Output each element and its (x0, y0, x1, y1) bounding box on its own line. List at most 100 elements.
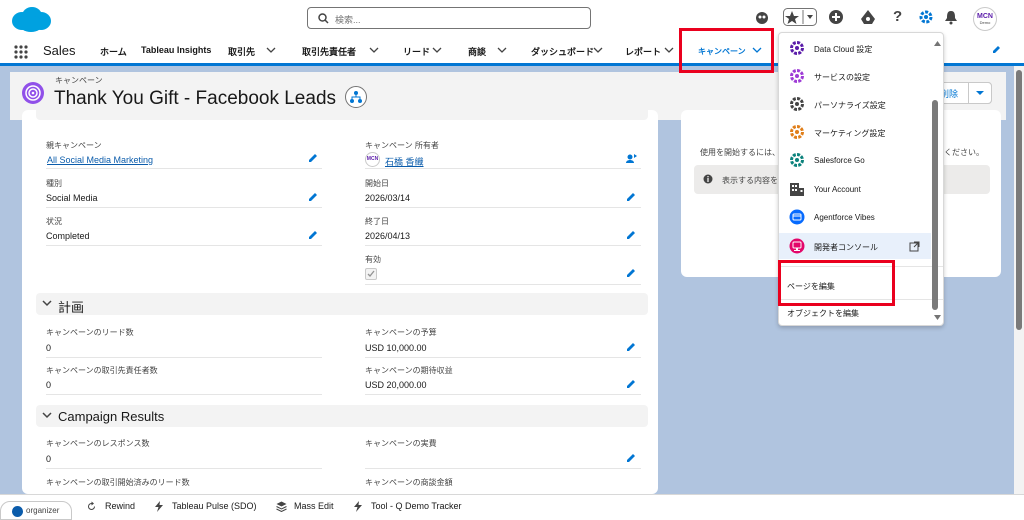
active-label: 有効 (365, 255, 381, 264)
tab-opportunities[interactable]: 商談 (468, 45, 486, 58)
type-value: Social Media (46, 193, 98, 203)
chevron-down-icon[interactable] (432, 46, 442, 54)
edit-pencil-icon[interactable] (626, 230, 636, 240)
utility-mass-edit[interactable]: Mass Edit (294, 501, 334, 511)
status-label: 状況 (46, 217, 62, 226)
highlight-box-edit-page (778, 260, 895, 306)
parent-campaign-link[interactable]: All Social Media Marketing (47, 155, 153, 165)
menu-item-agentforce-vibes[interactable]: Agentforce Vibes (779, 204, 931, 230)
trailhead-icon[interactable] (860, 9, 876, 25)
divider (365, 168, 641, 169)
menu-item-your-account[interactable]: Your Account (779, 176, 931, 202)
scroll-down-icon[interactable] (934, 315, 941, 320)
edit-pencil-icon[interactable] (626, 453, 636, 463)
responses-value: 0 (46, 454, 52, 464)
gear-icon (789, 96, 805, 112)
menu-item-salesforce-go[interactable]: Salesforce Go (779, 147, 931, 173)
details-section-header[interactable] (36, 110, 648, 120)
menu-item-personal-settings[interactable]: パーソナライズ設定 (779, 91, 931, 117)
parent-campaign-label: 親キャンペーン (46, 141, 102, 150)
app-launcher-icon[interactable] (13, 44, 29, 60)
budget-value: USD 10,000.00 (365, 343, 427, 353)
notification-bell-icon[interactable] (943, 9, 959, 25)
record-type-label: キャンペーン (55, 76, 103, 85)
more-actions-button[interactable] (968, 82, 992, 104)
gear-icon (789, 40, 805, 56)
setup-gear-icon[interactable] (918, 9, 934, 25)
external-link-icon (909, 241, 920, 252)
divider (365, 207, 641, 208)
edit-pencil-icon[interactable] (626, 342, 636, 352)
developer-console-icon (789, 238, 805, 254)
menu-item-developer-console[interactable]: 開発者コンソール (779, 233, 931, 259)
divider (46, 245, 322, 246)
change-owner-icon[interactable] (626, 153, 638, 163)
chevron-down-icon[interactable] (266, 46, 276, 54)
results-section-header[interactable]: Campaign Results (36, 405, 648, 427)
tab-tableau-insights[interactable]: Tableau Insights (141, 45, 211, 55)
edit-pencil-icon[interactable] (308, 230, 318, 240)
chevron-down-icon (42, 412, 52, 420)
responses-label: キャンペーンのレスポンス数 (46, 439, 150, 448)
tab-reports[interactable]: レポート (625, 45, 661, 58)
hierarchy-icon[interactable] (345, 86, 367, 108)
edit-pencil-icon[interactable] (308, 153, 318, 163)
owner-link[interactable]: 石橋 香織 (385, 155, 424, 168)
plan-section-title: 計画 (58, 300, 85, 315)
tab-contacts[interactable]: 取引先責任者 (302, 45, 356, 58)
menu-scrollbar[interactable] (932, 100, 938, 310)
search-input[interactable]: 検索... (307, 7, 591, 29)
tab-home[interactable]: ホーム (100, 45, 127, 58)
salesforce-logo-icon[interactable] (10, 5, 52, 33)
edit-pencil-icon[interactable] (308, 192, 318, 202)
budget-label: キャンペーンの予算 (365, 328, 437, 337)
campaign-icon (22, 82, 44, 104)
utility-tableau-pulse[interactable]: Tableau Pulse (SDO) (172, 501, 257, 511)
chevron-down-icon[interactable] (369, 46, 379, 54)
divider (365, 284, 641, 285)
app-name: Sales (43, 43, 76, 58)
edit-nav-pencil-icon[interactable] (991, 44, 1002, 55)
divider (365, 357, 641, 358)
add-icon[interactable] (828, 9, 844, 25)
divider (46, 394, 322, 395)
tab-leads[interactable]: リード (403, 45, 430, 58)
edit-pencil-icon[interactable] (626, 192, 636, 202)
gear-icon (789, 152, 805, 168)
utility-rewind[interactable]: Rewind (105, 501, 135, 511)
chevron-down-icon[interactable] (497, 46, 507, 54)
chevron-down-icon[interactable] (664, 46, 674, 54)
help-icon[interactable]: ? (893, 8, 902, 25)
avatar[interactable]: MCN Demo (973, 7, 997, 31)
organizer-icon (12, 506, 23, 517)
tab-accounts[interactable]: 取引先 (228, 45, 255, 58)
favorites-icon[interactable] (783, 8, 817, 26)
campaign-leads-value: 0 (46, 343, 52, 353)
divider (46, 468, 322, 469)
agentforce-vibes-icon (789, 209, 805, 225)
active-checkbox (365, 268, 377, 280)
astro-icon[interactable] (754, 9, 770, 25)
end-date-label: 終了日 (365, 217, 389, 226)
menu-item-service-setup[interactable]: サービスの設定 (779, 63, 931, 89)
tab-dashboards[interactable]: ダッシュボード (531, 45, 594, 58)
campaign-contacts-value: 0 (46, 380, 52, 390)
page-scrollbar-thumb[interactable] (1016, 70, 1022, 330)
avatar-text: MCN (977, 13, 993, 20)
edit-pencil-icon[interactable] (626, 268, 636, 278)
lightning-icon (155, 501, 163, 512)
utility-bar (0, 494, 1024, 520)
plan-section-header[interactable]: 計画 (36, 293, 648, 315)
organizer-button[interactable]: organizer (0, 501, 72, 520)
owner-label: キャンペーン 所有者 (365, 141, 439, 150)
menu-item-marketing-setup[interactable]: マーケティング設定 (779, 119, 931, 145)
expected-revenue-label: キャンペーンの期待収益 (365, 366, 453, 375)
menu-item-data-cloud-setup[interactable]: Data Cloud 設定 (779, 35, 931, 61)
campaign-leads-label: キャンペーンのリード数 (46, 328, 134, 337)
search-icon (318, 13, 329, 24)
side-panel-text-tail: ください。 (944, 148, 984, 157)
chevron-down-icon[interactable] (593, 46, 603, 54)
edit-pencil-icon[interactable] (626, 379, 636, 389)
utility-q-demo-tracker[interactable]: Tool - Q Demo Tracker (371, 501, 462, 511)
scroll-up-icon[interactable] (934, 41, 941, 46)
